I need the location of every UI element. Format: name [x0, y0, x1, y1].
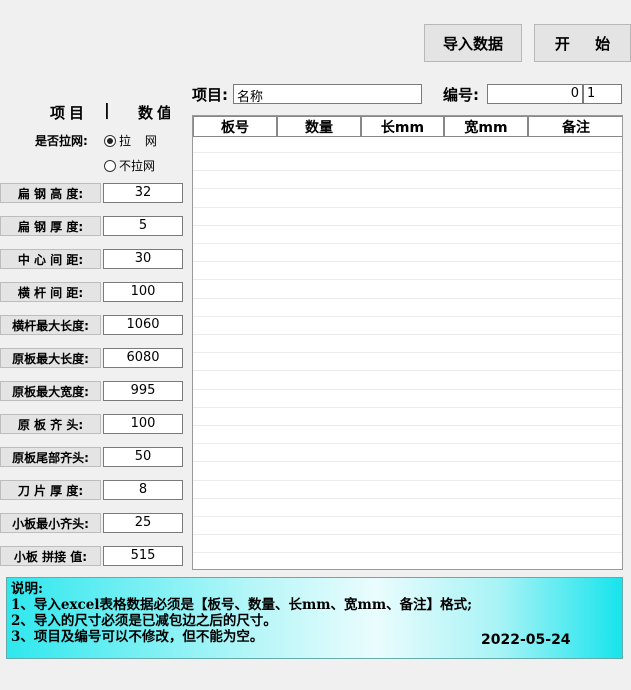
param-label-raw-board-max-width: 原板最大宽度: [0, 381, 101, 401]
instructions-panel: 说明: 1、导入excel表格数据必须是【板号、数量、长mm、宽mm、备注】格式… [6, 577, 623, 659]
grid-row-line [193, 498, 622, 499]
radio-net-yes[interactable]: 拉 网 [104, 132, 162, 149]
param-label-crossbar-max-length: 横杆最大长度: [0, 315, 101, 335]
radio-net-no[interactable]: 不拉网 [104, 157, 155, 174]
column-header-quantity[interactable]: 数量 [277, 116, 361, 137]
grid-row-line [193, 279, 622, 280]
radio-net-yes-label: 拉 网 [119, 134, 162, 148]
grid-row-line [193, 461, 622, 462]
center-spacing-input[interactable]: 30 [103, 249, 183, 269]
param-label-raw-board-trim: 原 板 齐 头: [0, 414, 101, 434]
param-header-value: 数值 [138, 104, 170, 122]
raw-board-max-length-input[interactable]: 6080 [103, 348, 183, 368]
crossbar-spacing-input[interactable]: 100 [103, 282, 183, 302]
small-board-min-trim-input[interactable]: 25 [103, 513, 183, 533]
crossbar-max-length-input[interactable]: 1060 [103, 315, 183, 335]
param-header-item: 项目 [50, 104, 89, 122]
grid-row-line [193, 207, 622, 208]
start-button[interactable]: 开 始 [534, 24, 631, 62]
grid-row-line [193, 334, 622, 335]
column-header-length[interactable]: 长mm [361, 116, 444, 137]
grid-row-line [193, 516, 622, 517]
column-header-board-no[interactable]: 板号 [193, 116, 277, 137]
grid-row-line [193, 225, 622, 226]
blade-thickness-input[interactable]: 8 [103, 480, 183, 500]
instructions-title: 说明: [11, 581, 43, 597]
raw-board-max-width-input[interactable]: 995 [103, 381, 183, 401]
grid-row-line [193, 188, 622, 189]
net-option-label: 是否拉网: [35, 134, 88, 148]
grid-row-line [193, 443, 622, 444]
grid-row-line [193, 316, 622, 317]
instructions-line: 2、导入的尺寸必须是已减包边之后的尺寸。 [11, 613, 277, 629]
radio-selected-icon [104, 134, 116, 147]
grid-row-line [193, 261, 622, 262]
grid-row-line [193, 152, 622, 153]
column-header-width[interactable]: 宽mm [444, 116, 528, 137]
grid-row-line [193, 389, 622, 390]
project-item-label: 项目: [192, 86, 228, 104]
param-label-small-board-joint: 小板 拼接 值: [0, 546, 101, 566]
grid-header-row: 板号 数量 长mm 宽mm 备注 [193, 116, 622, 137]
flat-steel-height-input[interactable]: 32 [103, 183, 183, 203]
grid-row-line [193, 243, 622, 244]
radio-net-no-label: 不拉网 [119, 159, 156, 173]
import-data-button[interactable]: 导入数据 [424, 24, 522, 62]
project-number-label: 编号: [443, 86, 479, 104]
raw-board-tail-trim-input[interactable]: 50 [103, 447, 183, 467]
grid-row-line [193, 552, 622, 553]
grid-row-line [193, 170, 622, 171]
grid-row-line [193, 370, 622, 371]
version-date: 2022-05-24 [481, 632, 571, 648]
param-label-flat-steel-height: 扁 钢 高 度: [0, 183, 101, 203]
grid-row-line [193, 425, 622, 426]
board-data-grid[interactable]: 板号 数量 长mm 宽mm 备注 [192, 115, 623, 570]
column-header-remark[interactable]: 备注 [528, 116, 622, 137]
grid-row-line [193, 298, 622, 299]
param-label-small-board-min-trim: 小板最小齐头: [0, 513, 101, 533]
project-number-input[interactable]: 0 [487, 84, 583, 104]
grid-row-line [193, 534, 622, 535]
radio-unselected-icon [104, 159, 116, 172]
project-item-input[interactable]: 名称 [233, 84, 422, 104]
small-board-joint-input[interactable]: 515 [103, 546, 183, 566]
project-sub-number-input[interactable]: 1 [583, 84, 622, 104]
param-label-blade-thickness: 刀 片 厚 度: [0, 480, 101, 500]
param-header-separator: | [104, 100, 110, 119]
param-label-raw-board-tail-trim: 原板尾部齐头: [0, 447, 101, 467]
flat-steel-thickness-input[interactable]: 5 [103, 216, 183, 236]
instructions-line: 1、导入excel表格数据必须是【板号、数量、长mm、宽mm、备注】格式; [11, 597, 473, 613]
param-label-raw-board-max-length: 原板最大长度: [0, 348, 101, 368]
param-label-center-spacing: 中 心 间 距: [0, 249, 101, 269]
grid-row-line [193, 352, 622, 353]
param-label-crossbar-spacing: 横 杆 间 距: [0, 282, 101, 302]
param-label-flat-steel-thickness: 扁 钢 厚 度: [0, 216, 101, 236]
grid-row-line [193, 407, 622, 408]
grid-row-line [193, 480, 622, 481]
raw-board-trim-input[interactable]: 100 [103, 414, 183, 434]
